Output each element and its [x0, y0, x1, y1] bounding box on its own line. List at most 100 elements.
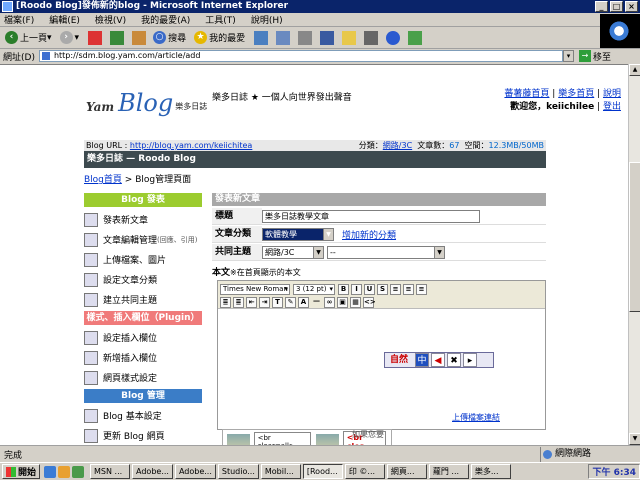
- sidebar-item-plugin-add[interactable]: 新增插入欄位: [84, 349, 202, 366]
- msn-icon[interactable]: [408, 30, 423, 45]
- sidebar-item-update[interactable]: 更新 Blog 網頁: [84, 427, 202, 444]
- bold-button[interactable]: B: [338, 283, 349, 295]
- topic-select[interactable]: 網路/3C ▼: [262, 245, 324, 259]
- title-input[interactable]: 樂多日誌教學文章: [262, 209, 480, 223]
- sidebar-item-style[interactable]: 網頁樣式設定: [84, 369, 202, 386]
- folder-quicklaunch-icon[interactable]: [58, 465, 71, 478]
- home-icon[interactable]: [132, 30, 147, 45]
- start-button[interactable]: 開始: [2, 464, 41, 479]
- align-right-icon[interactable]: ≡: [416, 283, 427, 295]
- rich-text-editor[interactable]: Times New Roman 3 (12 pt) B I U S ≡ ≡ ≡ …: [217, 280, 546, 430]
- taskbar-item[interactable]: MSN ...: [90, 464, 131, 479]
- stop-icon[interactable]: [88, 30, 103, 45]
- bullet-list-icon[interactable]: ≣: [233, 296, 244, 308]
- scroll-down-icon[interactable]: ▼: [629, 433, 640, 445]
- menu-edit[interactable]: 編輯(E): [49, 13, 80, 26]
- ie-quicklaunch-icon[interactable]: [44, 465, 57, 478]
- clock[interactable]: 下午 6:34: [592, 465, 636, 478]
- link-yam-home[interactable]: 蕃薯藤首頁: [504, 89, 549, 99]
- ime-menu-icon[interactable]: ▸: [463, 353, 477, 367]
- menu-file[interactable]: 檔案(F): [4, 13, 34, 26]
- size-select[interactable]: 3 (12 pt): [293, 283, 335, 295]
- attachment-tag[interactable]: <br clear=all>: [253, 431, 312, 445]
- messenger-icon[interactable]: [364, 30, 379, 45]
- sidebar-item-categories[interactable]: 設定文章分類: [84, 271, 202, 288]
- print-icon[interactable]: [298, 30, 313, 45]
- maximize-button[interactable]: □: [610, 1, 623, 12]
- ime-mode-button[interactable]: 中: [415, 353, 429, 367]
- taskbar-item-active[interactable]: [Rood...: [302, 464, 343, 479]
- site-logo[interactable]: Yam Blog 樂多日誌: [86, 91, 207, 115]
- breadcrumb-home[interactable]: Blog首頁: [84, 175, 122, 185]
- highlight-icon[interactable]: ✎: [285, 296, 296, 308]
- search-button[interactable]: ○ 搜尋: [150, 29, 189, 47]
- category-select[interactable]: 軟體教學 ▼: [262, 227, 334, 241]
- sidebar-item-manage-posts[interactable]: 文章編輯管理 (回應、引用): [84, 231, 202, 248]
- hr-icon[interactable]: —: [311, 297, 322, 308]
- scroll-thumb[interactable]: [629, 162, 640, 312]
- indent-icon[interactable]: ⇥: [259, 296, 270, 308]
- strike-button[interactable]: S: [377, 283, 388, 295]
- taskbar-item[interactable]: Adobe...: [174, 464, 216, 479]
- add-category-link[interactable]: 增加新的分類: [342, 228, 396, 241]
- taskbar-item[interactable]: 網頁...: [386, 464, 427, 479]
- address-input[interactable]: http://sdm.blog.yam.com/article/add: [38, 50, 563, 62]
- close-button[interactable]: ×: [625, 1, 638, 12]
- sidebar-item-new-post[interactable]: 發表新文章: [84, 211, 202, 228]
- taskbar-item[interactable]: 樂多...: [470, 464, 511, 479]
- ordered-list-icon[interactable]: ≣: [220, 296, 231, 308]
- taskbar-item[interactable]: Adobe...: [132, 464, 173, 479]
- upload-link[interactable]: 上傳檔案連結: [452, 412, 500, 423]
- discuss-icon[interactable]: [342, 30, 357, 45]
- history-icon[interactable]: [254, 30, 269, 45]
- attachment-thumbnail[interactable]: [227, 433, 250, 445]
- align-center-icon[interactable]: ≡: [403, 283, 414, 295]
- sidebar-item-plugin-settings[interactable]: 設定插入欄位: [84, 329, 202, 346]
- back-button[interactable]: ‹ 上一頁 ▾: [2, 29, 55, 47]
- text-color-icon[interactable]: T: [272, 296, 283, 308]
- menu-view[interactable]: 檢視(V): [95, 13, 126, 26]
- align-left-icon[interactable]: ≡: [390, 283, 401, 295]
- link-help[interactable]: 說明: [603, 89, 621, 99]
- ime-tools-icon[interactable]: ✖: [447, 353, 461, 367]
- menu-favorites[interactable]: 我的最愛(A): [141, 13, 190, 26]
- subtopic-select[interactable]: -- ▼: [327, 245, 445, 259]
- taskbar-item[interactable]: 蘿門 ...: [428, 464, 469, 479]
- address-dropdown-icon[interactable]: ▾: [562, 50, 574, 62]
- logout-link[interactable]: 登出: [603, 102, 621, 112]
- menu-tools[interactable]: 工具(T): [205, 13, 236, 26]
- sidebar-item-topics[interactable]: 建立共同主題: [84, 291, 202, 308]
- refresh-icon[interactable]: [110, 30, 125, 45]
- taskbar-item[interactable]: 印 ©...: [344, 464, 385, 479]
- underline-button[interactable]: U: [364, 283, 375, 295]
- taskbar-item[interactable]: Studio...: [217, 464, 259, 479]
- go-button[interactable]: → 移至: [578, 50, 611, 63]
- menu-help[interactable]: 說明(H): [251, 13, 283, 26]
- table-icon[interactable]: ▦: [350, 296, 361, 308]
- italic-button[interactable]: I: [351, 283, 362, 295]
- edit-icon[interactable]: [320, 30, 335, 45]
- sidebar-item-basic-settings[interactable]: Blog 基本設定: [84, 407, 202, 424]
- category-link[interactable]: 網路/3C: [383, 141, 412, 150]
- sidebar-item-upload[interactable]: 上傳檔案、圖片: [84, 251, 202, 268]
- ime-toolbar[interactable]: 自然 中 ◀ ✖ ▸: [384, 352, 494, 368]
- minimize-button[interactable]: _: [595, 1, 608, 12]
- link-icon[interactable]: ∞: [324, 296, 335, 308]
- favorites-button[interactable]: ★ 我的最愛: [191, 29, 248, 47]
- bluetooth-icon[interactable]: [386, 30, 401, 45]
- font-select[interactable]: Times New Roman: [220, 283, 290, 295]
- mail-icon[interactable]: [276, 30, 291, 45]
- vertical-scrollbar[interactable]: ▲ ▼: [628, 64, 640, 445]
- ime-shape-icon[interactable]: ◀: [431, 353, 445, 367]
- link-roodo-home[interactable]: 樂多首頁: [558, 89, 594, 99]
- blog-url-link[interactable]: http://blog.yam.com/keiichitea: [130, 141, 252, 150]
- desktop-quicklaunch-icon[interactable]: [72, 465, 85, 478]
- image-icon[interactable]: ▣: [337, 296, 348, 308]
- source-icon[interactable]: <>: [363, 296, 376, 308]
- font-a-icon[interactable]: A: [298, 296, 309, 308]
- taskbar-item[interactable]: Mobil...: [260, 464, 301, 479]
- outdent-icon[interactable]: ⇤: [246, 296, 257, 308]
- scroll-up-icon[interactable]: ▲: [629, 64, 640, 76]
- forward-button[interactable]: › ▾: [57, 29, 83, 47]
- attachment-thumbnail[interactable]: [316, 433, 339, 445]
